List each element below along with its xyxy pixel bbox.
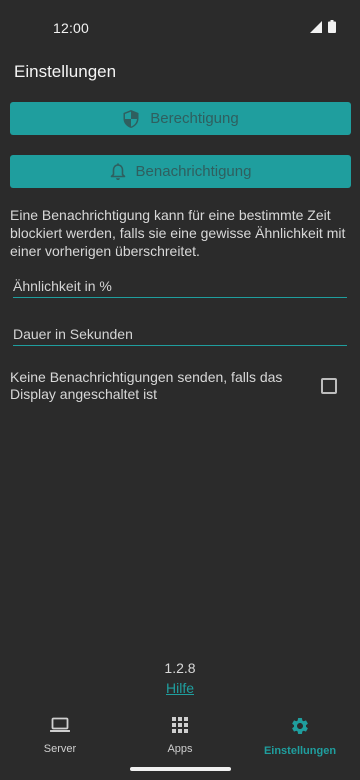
home-indicator[interactable] bbox=[130, 767, 231, 771]
grid-icon bbox=[171, 716, 189, 739]
status-time: 12:00 bbox=[53, 20, 90, 36]
permission-button[interactable]: Berechtigung bbox=[10, 102, 351, 135]
page-title: Einstellungen bbox=[14, 62, 117, 81]
gear-icon bbox=[290, 716, 310, 741]
duration-placeholder: Dauer in Sekunden bbox=[13, 326, 133, 342]
nav-label-apps: Apps bbox=[167, 743, 193, 755]
nav-item-server[interactable]: Server bbox=[0, 706, 120, 762]
nav-item-settings[interactable]: Einstellungen bbox=[240, 706, 360, 762]
shield-icon bbox=[122, 109, 140, 129]
notification-button-label: Benachrichtigung bbox=[135, 163, 252, 180]
display-on-label: Keine Benachrichtigungen senden, falls d… bbox=[10, 369, 283, 402]
description-text: Eine Benachrichtigung kann für eine best… bbox=[10, 207, 346, 259]
nav-item-apps[interactable]: Apps bbox=[120, 706, 240, 762]
permission-button-label: Berechtigung bbox=[150, 110, 239, 127]
status-icons bbox=[310, 20, 336, 38]
laptop-icon bbox=[49, 716, 71, 739]
similarity-input[interactable]: Ähnlichkeit in % bbox=[13, 276, 347, 298]
notification-button[interactable]: Benachrichtigung bbox=[10, 155, 351, 188]
status-bar: 12:00 bbox=[0, 0, 360, 52]
signal-icon bbox=[310, 20, 322, 38]
nav-label-server: Server bbox=[43, 743, 77, 755]
display-on-checkbox[interactable] bbox=[321, 378, 337, 394]
version-text: 1.2.8 bbox=[164, 660, 196, 676]
duration-input[interactable]: Dauer in Sekunden bbox=[13, 324, 347, 346]
nav-label-settings: Einstellungen bbox=[263, 745, 337, 757]
bottom-navigation: Server Apps Einstellungen bbox=[0, 706, 360, 762]
battery-icon bbox=[328, 20, 336, 38]
similarity-placeholder: Ähnlichkeit in % bbox=[13, 278, 112, 294]
display-on-setting[interactable]: Keine Benachrichtigungen senden, falls d… bbox=[10, 369, 350, 403]
bell-icon bbox=[110, 162, 126, 181]
help-link[interactable]: Hilfe bbox=[0, 680, 360, 696]
